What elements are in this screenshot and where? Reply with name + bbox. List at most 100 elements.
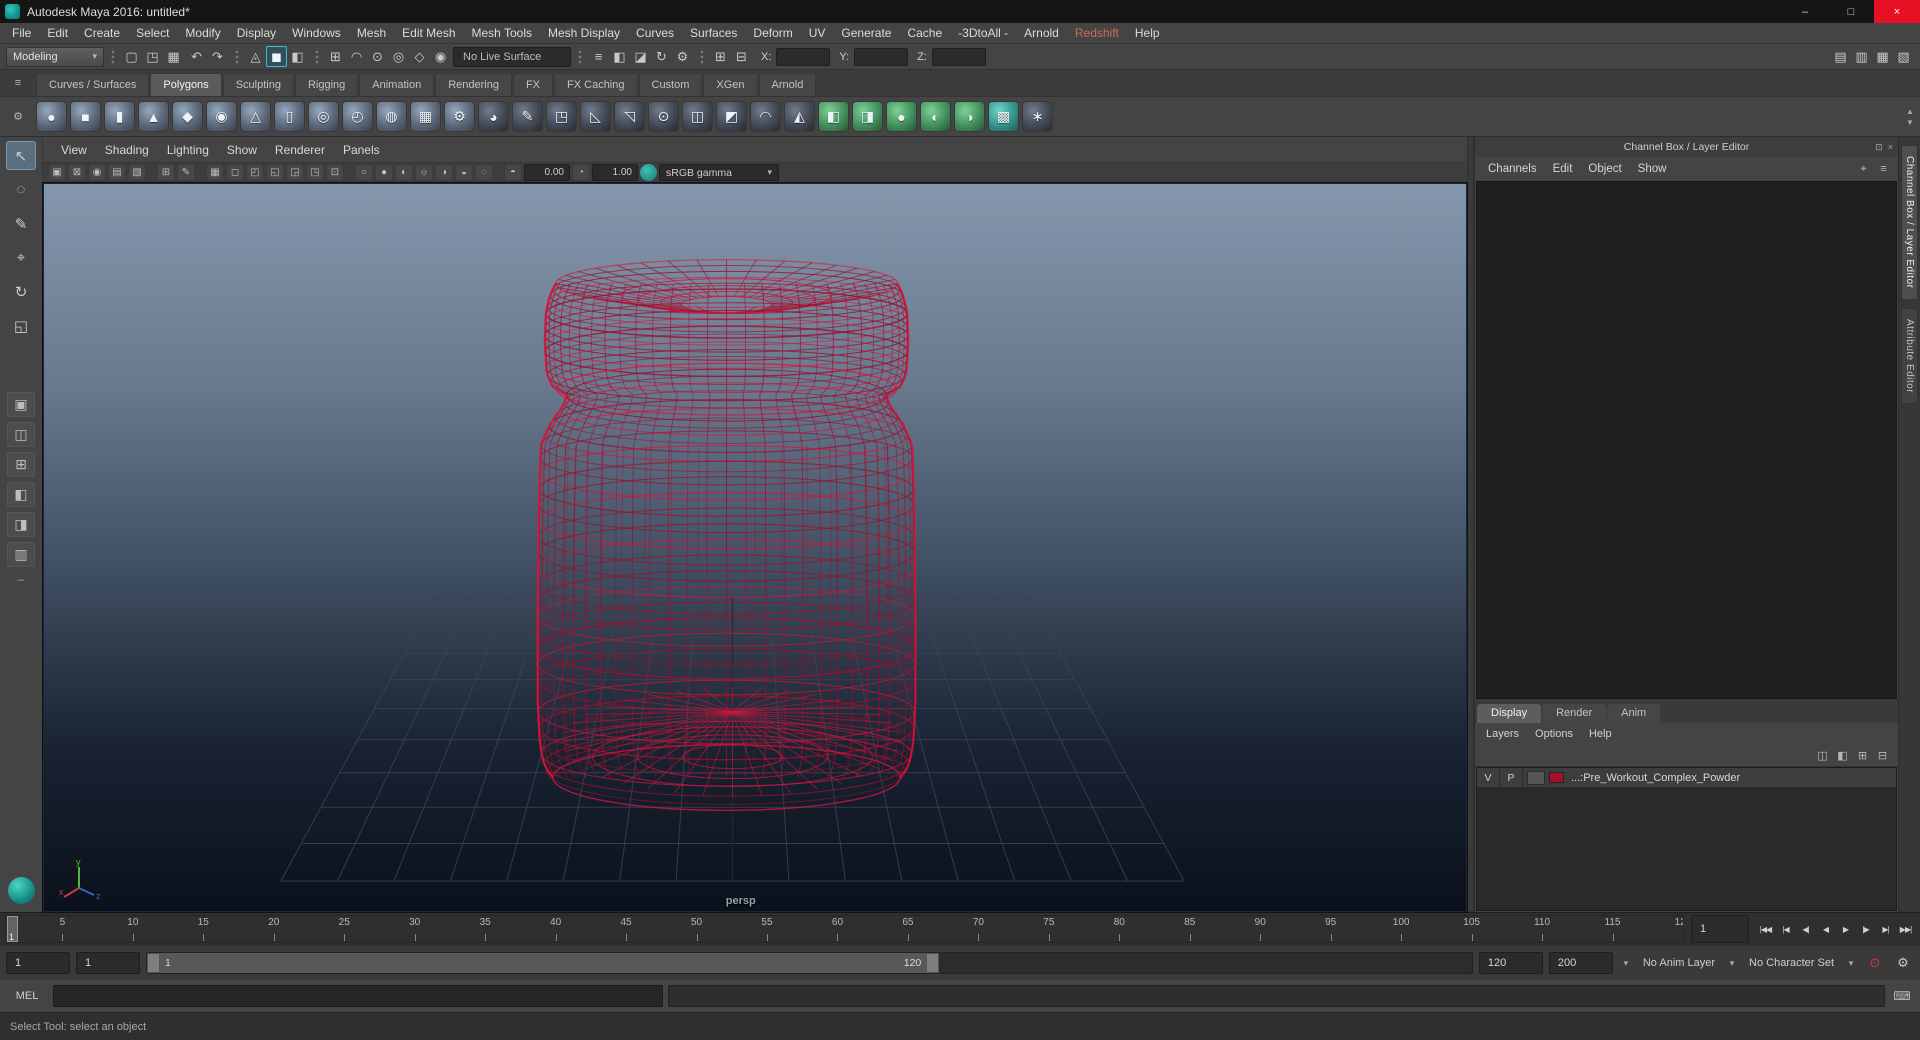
menu-deform[interactable]: Deform [745, 23, 800, 43]
absolute-transform-icon[interactable]: ⊞ [710, 46, 731, 67]
menu-mesh-tools[interactable]: Mesh Tools [464, 23, 540, 43]
multi-cut-icon[interactable]: ◺ [580, 101, 611, 132]
polygon-gear-icon[interactable]: ⚙ [444, 101, 475, 132]
panel-menu-view[interactable]: View [53, 143, 95, 157]
select-tool-icon[interactable]: ↖ [6, 141, 36, 170]
shelf-tab-fx[interactable]: FX [512, 73, 554, 96]
safe-action-icon[interactable]: ◳ [306, 164, 324, 181]
menu-create[interactable]: Create [76, 23, 128, 43]
scale-tool-icon[interactable]: ◱ [6, 311, 36, 340]
menu-curves[interactable]: Curves [628, 23, 682, 43]
layer-tab-display[interactable]: Display [1477, 704, 1542, 723]
view-transform-selector[interactable]: sRGB gamma ▾ [659, 164, 779, 181]
channelbox-close-icon[interactable]: × [1888, 142, 1893, 152]
statusline-separator[interactable] [576, 47, 583, 66]
gate-mask-icon[interactable]: ◱ [266, 164, 284, 181]
bridge-icon[interactable]: ◠ [750, 101, 781, 132]
shelf-tab-sculpting[interactable]: Sculpting [222, 73, 294, 96]
poke-face-icon[interactable]: ∗ [1022, 101, 1053, 132]
new-scene-icon[interactable]: ▢ [121, 46, 142, 67]
anim-layer-selector[interactable]: No Anim Layer [1639, 957, 1719, 969]
snap-to-point-icon[interactable]: ⊙ [367, 46, 388, 67]
menu-select[interactable]: Select [128, 23, 177, 43]
layer-row[interactable]: V P ...:Pre_Workout_Complex_Powder [1477, 768, 1896, 788]
polygon-plane-icon[interactable]: ▦ [410, 101, 441, 132]
time-slider[interactable]: 5 10 15 20 25 30 35 40 45 50 55 60 65 70 75 80 85 90 95 100… [5, 915, 1684, 943]
snap-to-view-plane-icon[interactable]: ◇ [409, 46, 430, 67]
redo-icon[interactable]: ↷ [207, 46, 228, 67]
combine-icon[interactable]: ◧ [818, 101, 849, 132]
layout-two-pane-icon[interactable]: ◫ [7, 422, 35, 447]
shelf-tab-rendering[interactable]: Rendering [435, 73, 512, 96]
polygon-soccer-ball-icon[interactable]: ◉ [206, 101, 237, 132]
lasso-tool-icon[interactable]: ◌ [6, 175, 36, 204]
layer-tab-render[interactable]: Render [1542, 704, 1607, 723]
undo-icon[interactable]: ↶ [186, 46, 207, 67]
panel-menu-shading[interactable]: Shading [97, 143, 157, 157]
shelf-tab-animation[interactable]: Animation [359, 73, 435, 96]
layer-menu-help[interactable]: Help [1582, 728, 1619, 740]
snap-to-grid-icon[interactable]: ⊞ [325, 46, 346, 67]
right-tab-channel-box-layer-editor[interactable]: Channel Box / Layer Editor [1901, 145, 1918, 300]
polygon-cube-icon[interactable]: ■ [70, 101, 101, 132]
use-all-lights-icon[interactable]: ☼ [415, 164, 433, 181]
shelf-options-gear-icon[interactable]: ⚙ [10, 108, 27, 125]
playback-options-caret-icon[interactable]: ▾ [1619, 958, 1633, 969]
animation-start-field[interactable]: 1 [6, 952, 70, 974]
menu-3dtoall[interactable]: -3DtoAll - [950, 23, 1016, 43]
separate-icon[interactable]: ◨ [852, 101, 883, 132]
y-coordinate-input[interactable] [854, 47, 909, 66]
occlusion-icon[interactable]: ◒ [455, 164, 473, 181]
menu-modify[interactable]: Modify [177, 23, 228, 43]
snap-to-curve-icon[interactable]: ◠ [346, 46, 367, 67]
create-layer-from-selected-icon[interactable]: ⊟ [1874, 747, 1891, 764]
statusline-separator[interactable] [313, 47, 320, 66]
channel-manipulator-icon[interactable]: ⌖ [1855, 161, 1872, 178]
panel-menu-lighting[interactable]: Lighting [159, 143, 217, 157]
menu-arnold[interactable]: Arnold [1016, 23, 1067, 43]
crease-tool-icon[interactable]: ◭ [784, 101, 815, 132]
menu-surfaces[interactable]: Surfaces [682, 23, 745, 43]
auto-keyframe-icon[interactable]: ⊙ [1864, 952, 1886, 974]
step-forward-one-key-button[interactable]: ▶| [1876, 915, 1895, 943]
layer-display-type-box[interactable] [1527, 770, 1545, 785]
statusline-separator[interactable] [233, 47, 240, 66]
panel-menu-panels[interactable]: Panels [335, 143, 388, 157]
viewport[interactable]: y x z persp [42, 182, 1468, 913]
quad-draw-icon[interactable]: ◳ [546, 101, 577, 132]
layout-hypershade-icon[interactable]: ▥ [7, 542, 35, 567]
polygon-helix-icon[interactable]: ◴ [342, 101, 373, 132]
bevel-icon[interactable]: ◩ [716, 101, 747, 132]
channel-speed-control-icon[interactable]: ≡ [1875, 161, 1892, 178]
safe-title-icon[interactable]: ⊡ [326, 164, 344, 181]
menu-display[interactable]: Display [229, 23, 284, 43]
menu-mesh[interactable]: Mesh [349, 23, 394, 43]
select-camera-icon[interactable]: ▣ [48, 164, 66, 181]
image-plane-icon[interactable]: ▧ [128, 164, 146, 181]
wireframe-display-icon[interactable]: ○ [355, 164, 373, 181]
z-coordinate-input[interactable] [931, 47, 986, 66]
toggle-modeling-toolkit-icon[interactable]: ▤ [1830, 46, 1851, 67]
maximize-button[interactable]: □ [1828, 0, 1874, 23]
sculpt-sphere-icon[interactable]: ◕ [478, 101, 509, 132]
create-empty-layer-icon[interactable]: ⊞ [1854, 747, 1871, 764]
panel-menu-show[interactable]: Show [219, 143, 265, 157]
toggle-tool-settings-icon[interactable]: ▦ [1872, 46, 1893, 67]
playback-end-field[interactable]: 120 [1478, 952, 1543, 974]
polygon-pipe-icon[interactable]: ▯ [274, 101, 305, 132]
smooth-shade-icon[interactable]: ● [375, 164, 393, 181]
snap-to-projected-center-icon[interactable]: ◎ [388, 46, 409, 67]
minimize-button[interactable]: – [1782, 0, 1828, 23]
construction-history-icon[interactable]: ≡ [588, 46, 609, 67]
range-slider-bar[interactable]: 1 120 [147, 953, 940, 973]
open-scene-icon[interactable]: ◳ [142, 46, 163, 67]
layer-menu-layers[interactable]: Layers [1479, 728, 1526, 740]
exposure-field[interactable]: 0.00 [524, 164, 570, 181]
layout-single-pane-icon[interactable]: ▣ [7, 392, 35, 417]
layout-four-pane-icon[interactable]: ⊞ [7, 452, 35, 477]
go-to-playback-end-button[interactable]: ▶▶| [1896, 915, 1915, 943]
menu-help[interactable]: Help [1127, 23, 1168, 43]
menu-set-selector[interactable]: Modeling ▾ [6, 46, 104, 67]
layer-playback-toggle[interactable]: P [1500, 768, 1523, 787]
step-back-one-key-button[interactable]: |◀ [1776, 915, 1795, 943]
